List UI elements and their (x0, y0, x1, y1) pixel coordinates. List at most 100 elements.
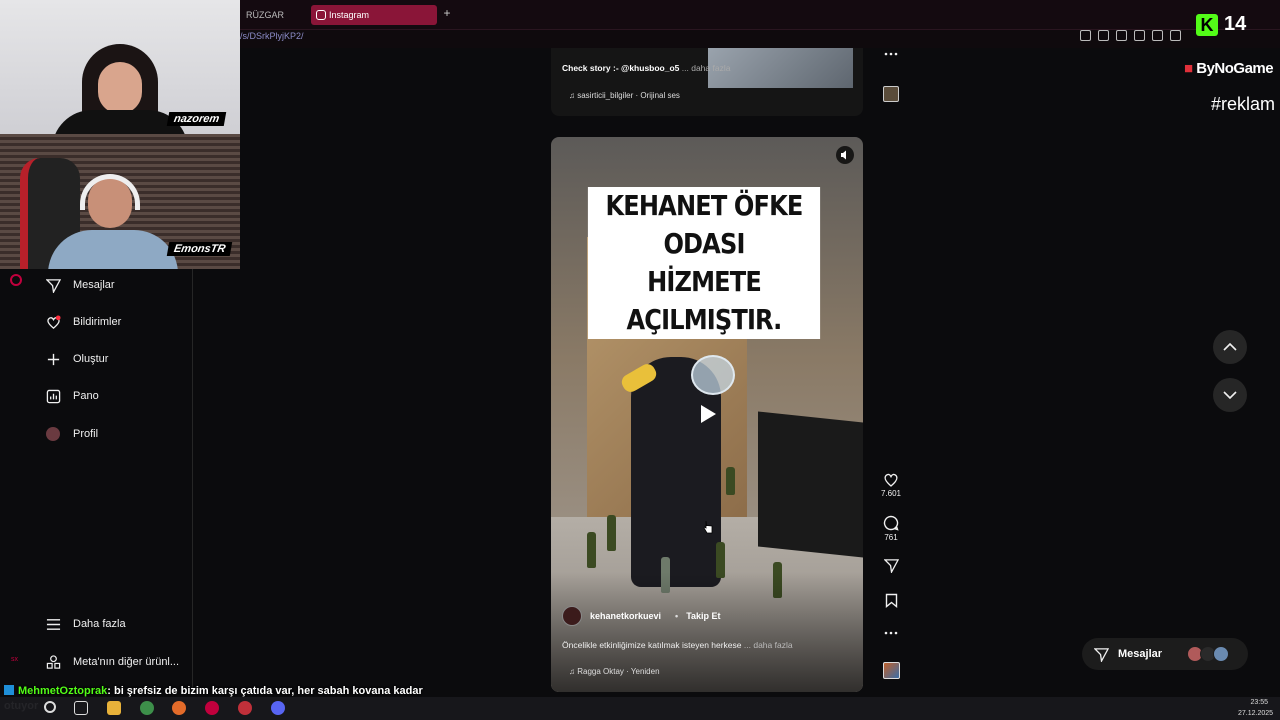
more-link[interactable]: ... daha fazla (682, 63, 731, 73)
url-text[interactable]: /s/DSrkPlyjKP2/ (240, 31, 304, 41)
tab-label: Instagram (329, 10, 370, 20)
follow-button[interactable]: Takip Et (686, 611, 720, 621)
next-reel-button[interactable] (1213, 378, 1247, 412)
previous-reel-card[interactable]: Check story :- @khusboo_o5 ... daha fazl… (551, 48, 863, 116)
extensions-icon[interactable] (1170, 30, 1181, 41)
shield-icon[interactable] (1116, 30, 1127, 41)
file-explorer-icon[interactable] (107, 701, 121, 715)
headline-line: KEHANET ÖFKE ODASI (587, 187, 821, 263)
send-icon (883, 559, 899, 573)
previous-audio-thumb[interactable] (876, 86, 906, 102)
sidebar-item-label: Daha fazla (73, 618, 126, 630)
sidebar-item-profile[interactable]: Profil (45, 422, 98, 446)
bookmark-icon (885, 593, 897, 608)
like-count: 7.601 (880, 489, 902, 498)
volume-icon[interactable] (836, 146, 854, 164)
chat-badge-icon (4, 685, 14, 695)
chevron-down-icon (1223, 391, 1237, 399)
sidebar-item-label: Mesajlar (73, 279, 115, 291)
clock-date: 27.12.2025 (1238, 710, 1274, 717)
pin-icon[interactable] (1080, 30, 1091, 41)
author-username[interactable]: kehanetkorkuevi (590, 611, 661, 621)
chevron-up-icon (1223, 343, 1237, 351)
like-button[interactable]: 7.601 (876, 472, 906, 498)
clock-time: 23:55 (1250, 699, 1268, 706)
instagram-logo-icon[interactable] (10, 274, 22, 286)
play-icon[interactable] (1134, 30, 1145, 41)
caption-text: Check story :- @khusboo_o5 (562, 63, 680, 73)
play-icon[interactable] (693, 400, 721, 428)
sidebar-item-label: Pano (73, 390, 99, 402)
comment-icon (883, 515, 899, 531)
sidebar-item-notifications[interactable]: Bildirimler (45, 310, 121, 334)
dashboard-icon (45, 388, 61, 404)
reel-author: kehanetkorkuevi • Takip Et (562, 606, 721, 626)
tab-ruzgar-turbin[interactable]: RÜZGAR TÜRBİN (240, 5, 308, 40)
plus-icon (45, 351, 61, 367)
heart-icon (45, 314, 61, 330)
search-icon[interactable] (44, 701, 56, 713)
system-clock: 23:55 27.12.2025 (1238, 697, 1274, 719)
sidebar-item-meta-apps[interactable]: Meta'nın diğer ürünl... (45, 650, 179, 674)
previous-reel-button[interactable] (1213, 330, 1247, 364)
sponsor-logo: ■ ByNoGame (1184, 60, 1274, 77)
instagram-sidebar: Mesajlar Bildirimler Oluştur Pano Profil… (30, 269, 193, 690)
instagram-icon (316, 10, 326, 20)
send-icon (1094, 647, 1109, 662)
sidebar-item-label: Meta'nın diğer ürünl... (73, 656, 180, 668)
comment-button[interactable]: 761 (876, 515, 906, 542)
heart-icon[interactable] (1152, 30, 1163, 41)
audio-thumb[interactable] (876, 662, 906, 679)
avatar[interactable] (562, 606, 582, 626)
sidebar-item-dashboard[interactable]: Pano (45, 384, 99, 408)
save-button[interactable] (876, 593, 906, 610)
audio-label: sasirticii_bilgiler · Orijinal ses (577, 91, 680, 100)
reel-caption: Öncelikle etkinliğimize katılmak isteyen… (562, 640, 793, 650)
meta-apps-icon (45, 654, 61, 670)
decorative-mark: sx (11, 656, 18, 663)
obs-icon[interactable] (238, 701, 252, 715)
messages-pill[interactable]: Mesajlar (1082, 638, 1248, 670)
viewer-count: 14 (1224, 13, 1247, 35)
task-view-icon[interactable] (74, 701, 88, 715)
audio-thumbnail (882, 662, 900, 679)
ad-hashtag: #reklam (1211, 94, 1276, 114)
taskbar (0, 697, 1280, 720)
send-icon (45, 277, 61, 293)
menu-icon (45, 616, 61, 632)
sidebar-item-more[interactable]: Daha fazla (45, 612, 126, 636)
webcam-streamer-2: EmonsTR (0, 134, 240, 269)
firefox-icon[interactable] (172, 701, 186, 715)
chrome-icon[interactable] (140, 701, 154, 715)
tab-instagram[interactable]: Instagram (311, 5, 437, 25)
sidebar-item-label: Bildirimler (73, 316, 122, 328)
chat-username: MehmetOztoprak (18, 685, 108, 697)
options-button[interactable] (876, 631, 906, 637)
avatar-icon (45, 426, 61, 442)
more-link[interactable]: ... daha fazla (744, 640, 793, 650)
browser-toolbar (1080, 30, 1181, 44)
reel-audio[interactable]: ♫ Ragga Oktay · Yeniden (569, 667, 660, 676)
sidebar-item-label: Profil (73, 428, 99, 440)
cam-name-label: EmonsTR (166, 242, 233, 256)
heart-icon (884, 473, 898, 487)
video-headline: KEHANET ÖFKE ODASI HİZMETE AÇILMIŞTIR. (569, 187, 839, 339)
share-button[interactable] (876, 558, 906, 575)
screenshot-icon[interactable] (1098, 30, 1109, 41)
new-tab-button[interactable]: + (440, 6, 454, 22)
cam-name-label: nazorem (166, 112, 227, 126)
reel-video[interactable]: KEHANET ÖFKE ODASI HİZMETE AÇILMIŞTIR. k… (551, 137, 863, 692)
headline-line: HİZMETE AÇILMIŞTIR. (587, 263, 821, 339)
audio-label: Ragga Oktay · Yeniden (577, 667, 660, 676)
more-icon (884, 631, 898, 635)
options-button-top[interactable] (876, 52, 906, 58)
opera-icon[interactable] (205, 701, 219, 715)
reel-audio[interactable]: ♫ sasirticii_bilgiler · Orijinal ses (569, 91, 680, 100)
discord-icon[interactable] (271, 701, 285, 715)
hand-cursor-icon (703, 520, 713, 534)
messages-label: Mesajlar (1118, 648, 1163, 660)
message-avatars (1187, 646, 1229, 662)
caption-text: Öncelikle etkinliğimize katılmak isteyen… (562, 640, 742, 650)
sidebar-item-create[interactable]: Oluştur (45, 347, 108, 371)
sidebar-item-messages[interactable]: Mesajlar (45, 273, 115, 297)
